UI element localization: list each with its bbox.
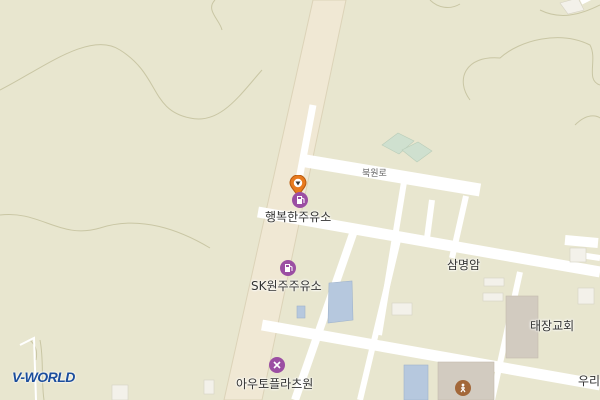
fuel-pump-icon[interactable] — [292, 192, 308, 208]
poi-label-church[interactable]: 태장교회 — [530, 317, 574, 334]
map-view[interactable]: 행복한주유소 SK원주주유소 아우토플라츠원 삼명암 태장교회 우리 북원로 V… — [0, 0, 600, 400]
poi-label-selected[interactable]: 행복한주유소 — [265, 208, 331, 225]
road-label: 북원로 — [362, 169, 387, 179]
poi-label-partial: 우리 — [578, 374, 600, 388]
fuel-pump-icon[interactable] — [280, 260, 296, 276]
poi-label-auto-shop[interactable]: 아우토플라츠원 — [236, 375, 313, 392]
vworld-logo: V-WORLD — [12, 369, 75, 385]
wrench-screwdriver-icon[interactable] — [269, 357, 285, 373]
church-icon[interactable] — [455, 380, 471, 396]
area-label: 삼명암 — [447, 258, 481, 272]
poi-label-gas-station[interactable]: SK원주주유소 — [251, 277, 322, 294]
